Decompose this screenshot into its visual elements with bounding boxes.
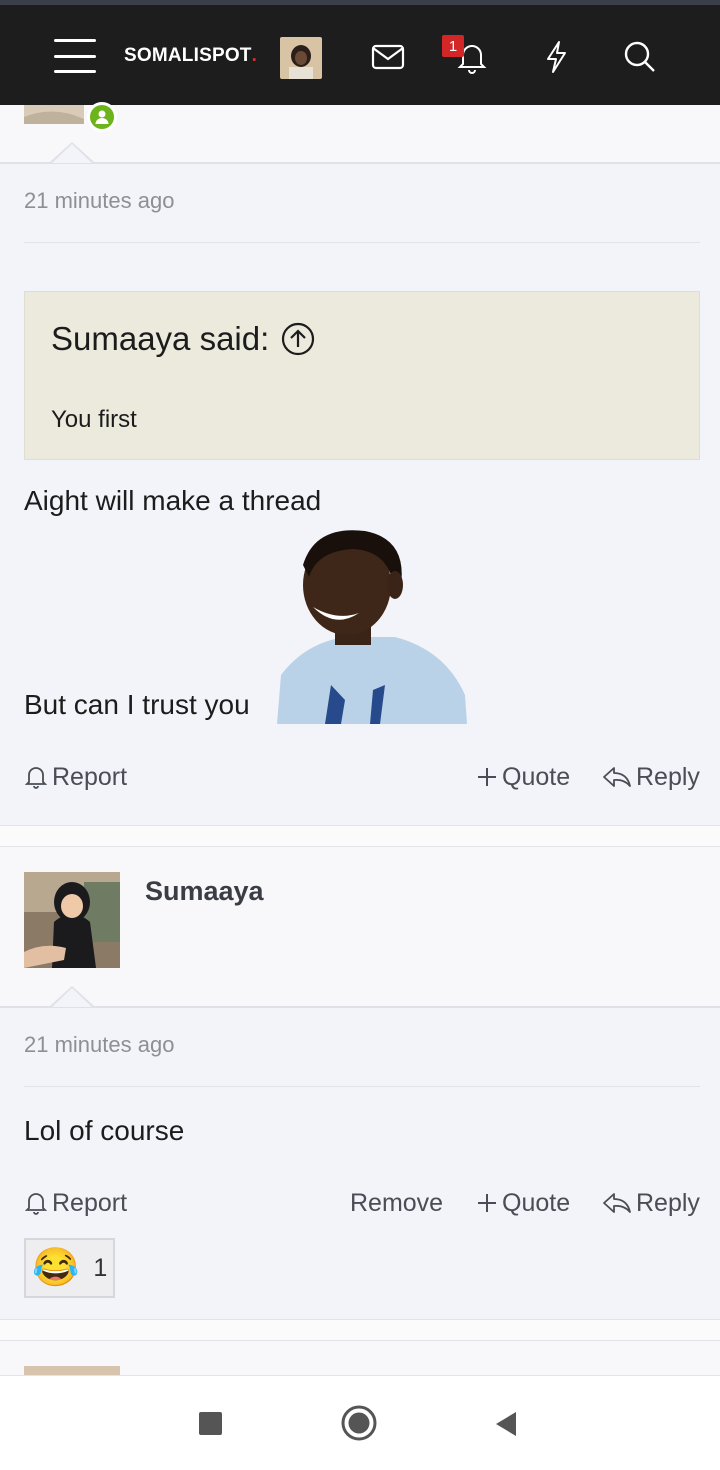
logo-dot: . <box>251 45 258 66</box>
search-icon[interactable] <box>618 35 662 79</box>
arrow-up-circle-icon[interactable] <box>281 322 315 356</box>
report-button[interactable]: Report <box>24 757 127 797</box>
header-caret <box>50 142 94 163</box>
separator <box>24 242 700 243</box>
quote-button[interactable]: Quote <box>476 1183 570 1223</box>
post-actions: Report Remove Quote Reply <box>24 1183 700 1223</box>
post-text: Lol of course <box>24 1115 185 1146</box>
bell-icon <box>24 767 48 789</box>
post-divider <box>0 825 720 847</box>
quote-text: You first <box>51 406 137 433</box>
laughing-emoji-icon: 😂 <box>32 1247 80 1289</box>
post-actions: Report Quote Reply <box>24 757 700 797</box>
bolt-icon[interactable] <box>534 35 578 79</box>
user-avatar[interactable] <box>24 1366 120 1375</box>
plus-icon <box>478 768 496 786</box>
quote-button[interactable]: Quote <box>476 757 570 797</box>
quote-block: Sumaaya said: You first <box>24 291 700 460</box>
back-icon[interactable] <box>494 1411 518 1442</box>
post-inline-image[interactable] <box>275 525 467 724</box>
quote-label: Quote <box>502 762 571 791</box>
user-avatar[interactable] <box>24 105 84 124</box>
post-timestamp[interactable]: 21 minutes ago <box>24 188 174 214</box>
separator <box>24 1086 700 1087</box>
post-divider <box>0 1319 720 1341</box>
bell-icon <box>24 1193 48 1215</box>
plus-icon <box>478 1194 496 1212</box>
header-caret <box>50 986 94 1007</box>
post-timestamp[interactable]: 21 minutes ago <box>24 1032 174 1058</box>
top-nav-bar: SOMALISPOT. 1 <box>0 0 720 105</box>
report-label: Report <box>52 1188 128 1217</box>
post-username[interactable]: Sumaaya <box>145 876 264 907</box>
recents-icon[interactable] <box>199 1412 222 1440</box>
reply-label: Reply <box>636 762 700 791</box>
android-nav-bar <box>0 1375 720 1470</box>
menu-icon[interactable] <box>52 35 98 77</box>
online-status-icon <box>87 102 117 132</box>
post-header <box>0 102 720 164</box>
remove-button[interactable]: Remove <box>350 1183 443 1223</box>
report-button[interactable]: Report <box>24 1183 127 1223</box>
reply-icon <box>603 767 631 787</box>
report-label: Report <box>52 762 128 791</box>
reply-button[interactable]: Reply <box>602 757 700 797</box>
post-text-line: Aight will make a thread <box>24 485 322 516</box>
remove-label: Remove <box>350 1188 444 1217</box>
reaction-count: 1 <box>93 1253 108 1282</box>
post-text-line: But can I trust you <box>24 689 250 720</box>
mail-icon[interactable] <box>366 35 410 79</box>
user-avatar[interactable] <box>24 872 120 968</box>
reply-icon <box>603 1193 631 1213</box>
home-icon[interactable] <box>341 1405 377 1446</box>
quote-label: Quote <box>502 1188 571 1217</box>
reply-label: Reply <box>636 1188 700 1217</box>
notification-badge: 1 <box>442 35 464 57</box>
logo-text: SOMALISPOT <box>124 45 252 66</box>
site-logo[interactable]: SOMALISPOT. <box>124 45 257 67</box>
reaction-summary[interactable]: 😂 1 <box>24 1238 115 1298</box>
reply-button[interactable]: Reply <box>602 1183 700 1223</box>
quote-author-label: Sumaaya said: <box>51 320 270 357</box>
quote-author[interactable]: Sumaaya said: <box>51 320 315 358</box>
nav-user-avatar[interactable] <box>280 37 322 79</box>
